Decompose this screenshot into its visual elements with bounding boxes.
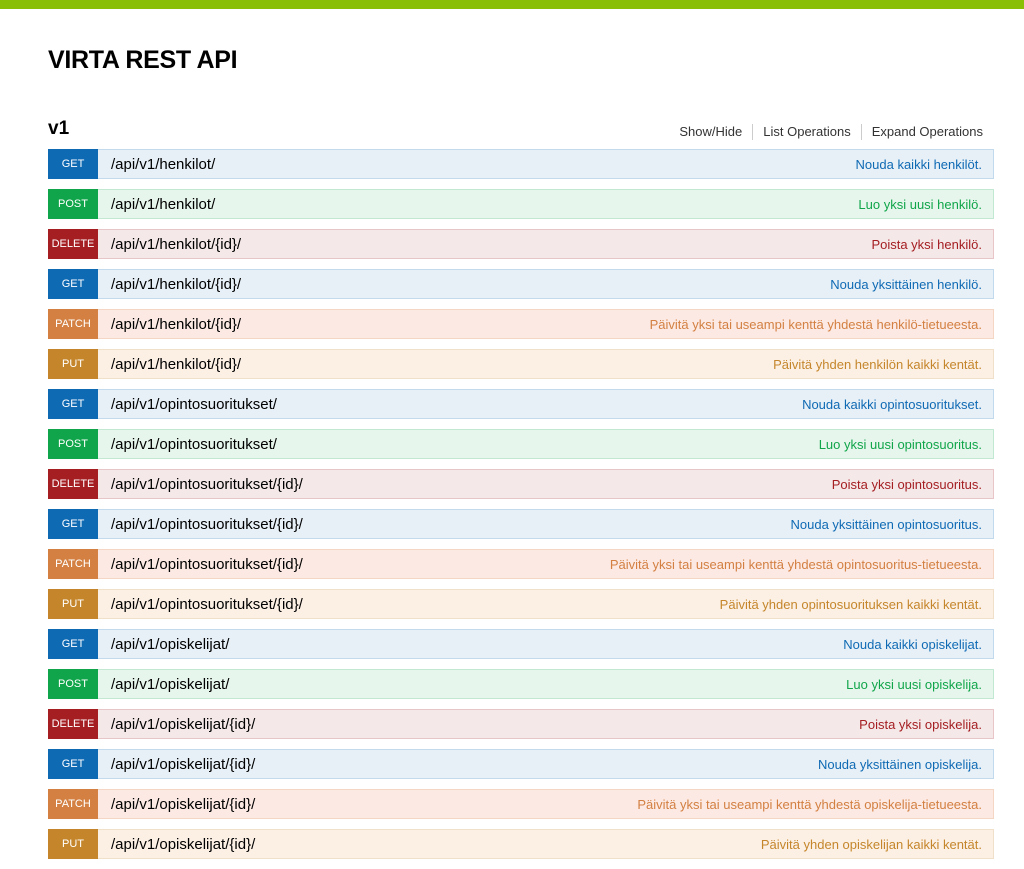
http-method-badge-get[interactable]: GET: [48, 269, 98, 299]
endpoint-summary[interactable]: Päivitä yhden opiskelijan kaikki kentät.: [761, 837, 982, 852]
operation-row-patch[interactable]: PATCH/api/v1/opiskelijat/{id}/Päivitä yk…: [48, 789, 994, 819]
endpoint-summary[interactable]: Poista yksi henkilö.: [871, 237, 982, 252]
endpoint-summary[interactable]: Päivitä yksi tai useampi kenttä yhdestä …: [637, 797, 982, 812]
http-method-badge-post[interactable]: POST: [48, 189, 98, 219]
endpoint-summary[interactable]: Nouda kaikki opiskelijat.: [843, 637, 982, 652]
endpoint-path[interactable]: /api/v1/opintosuoritukset/{id}/: [111, 476, 832, 493]
endpoint-summary[interactable]: Nouda yksittäinen opintosuoritus.: [790, 517, 982, 532]
operation-row-get[interactable]: GET/api/v1/opiskelijat/Nouda kaikki opis…: [48, 629, 994, 659]
http-method-badge-delete[interactable]: DELETE: [48, 229, 98, 259]
endpoint-summary[interactable]: Päivitä yhden opintosuorituksen kaikki k…: [720, 597, 982, 612]
endpoint-path[interactable]: /api/v1/henkilot/{id}/: [111, 316, 650, 333]
http-method-badge-patch[interactable]: PATCH: [48, 309, 98, 339]
endpoint-path[interactable]: /api/v1/opiskelijat/{id}/: [111, 716, 859, 733]
http-method-badge-delete[interactable]: DELETE: [48, 709, 98, 739]
operation-row-get[interactable]: GET/api/v1/opintosuoritukset/{id}/Nouda …: [48, 509, 994, 539]
operation-row-get[interactable]: GET/api/v1/henkilot/Nouda kaikki henkilö…: [48, 149, 994, 179]
show-hide-link[interactable]: Show/Hide: [669, 124, 752, 140]
endpoint-summary[interactable]: Päivitä yksi tai useampi kenttä yhdestä …: [650, 317, 982, 332]
endpoint-summary[interactable]: Päivitä yksi tai useampi kenttä yhdestä …: [610, 557, 982, 572]
operation-row-put[interactable]: PUT/api/v1/henkilot/{id}/Päivitä yhden h…: [48, 349, 994, 379]
endpoint-path[interactable]: /api/v1/opintosuoritukset/{id}/: [111, 516, 790, 533]
endpoint-summary[interactable]: Poista yksi opintosuoritus.: [832, 477, 982, 492]
endpoint-path[interactable]: /api/v1/opintosuoritukset/{id}/: [111, 556, 610, 573]
endpoint-path[interactable]: /api/v1/henkilot/: [111, 156, 856, 173]
endpoint-path[interactable]: /api/v1/henkilot/{id}/: [111, 356, 773, 373]
http-method-badge-delete[interactable]: DELETE: [48, 469, 98, 499]
resource-links: Show/Hide List Operations Expand Operati…: [669, 124, 983, 140]
http-method-badge-patch[interactable]: PATCH: [48, 789, 98, 819]
operation-row-patch[interactable]: PATCH/api/v1/opintosuoritukset/{id}/Päiv…: [48, 549, 994, 579]
expand-operations-link[interactable]: Expand Operations: [862, 124, 983, 140]
http-method-badge-post[interactable]: POST: [48, 429, 98, 459]
http-method-badge-get[interactable]: GET: [48, 509, 98, 539]
endpoint-summary[interactable]: Luo yksi uusi opiskelija.: [846, 677, 982, 692]
operation-row-put[interactable]: PUT/api/v1/opintosuoritukset/{id}/Päivit…: [48, 589, 994, 619]
endpoint-path[interactable]: /api/v1/opiskelijat/{id}/: [111, 836, 761, 853]
operation-row-delete[interactable]: DELETE/api/v1/opintosuoritukset/{id}/Poi…: [48, 469, 994, 499]
endpoint-path[interactable]: /api/v1/henkilot/{id}/: [111, 236, 871, 253]
endpoint-summary[interactable]: Päivitä yhden henkilön kaikki kentät.: [773, 357, 982, 372]
endpoint-path[interactable]: /api/v1/henkilot/{id}/: [111, 276, 830, 293]
endpoint-summary[interactable]: Nouda yksittäinen henkilö.: [830, 277, 982, 292]
http-method-badge-get[interactable]: GET: [48, 389, 98, 419]
endpoint-path[interactable]: /api/v1/henkilot/: [111, 196, 858, 213]
endpoint-path[interactable]: /api/v1/opintosuoritukset/: [111, 436, 819, 453]
http-method-badge-get[interactable]: GET: [48, 149, 98, 179]
endpoint-summary[interactable]: Luo yksi uusi opintosuoritus.: [819, 437, 982, 452]
operations-list: GET/api/v1/henkilot/Nouda kaikki henkilö…: [48, 149, 994, 869]
http-method-badge-put[interactable]: PUT: [48, 829, 98, 859]
http-method-badge-put[interactable]: PUT: [48, 589, 98, 619]
list-operations-link[interactable]: List Operations: [753, 124, 860, 140]
endpoint-path[interactable]: /api/v1/opiskelijat/{id}/: [111, 796, 637, 813]
resource-name-v1[interactable]: v1: [48, 118, 69, 140]
operation-row-post[interactable]: POST/api/v1/opiskelijat/Luo yksi uusi op…: [48, 669, 994, 699]
operation-row-delete[interactable]: DELETE/api/v1/henkilot/{id}/Poista yksi …: [48, 229, 994, 259]
operation-row-post[interactable]: POST/api/v1/opintosuoritukset/Luo yksi u…: [48, 429, 994, 459]
endpoint-summary[interactable]: Poista yksi opiskelija.: [859, 717, 982, 732]
operation-row-delete[interactable]: DELETE/api/v1/opiskelijat/{id}/Poista yk…: [48, 709, 994, 739]
endpoint-path[interactable]: /api/v1/opiskelijat/: [111, 636, 843, 653]
operation-row-post[interactable]: POST/api/v1/henkilot/Luo yksi uusi henki…: [48, 189, 994, 219]
endpoint-summary[interactable]: Nouda kaikki henkilöt.: [856, 157, 982, 172]
http-method-badge-get[interactable]: GET: [48, 749, 98, 779]
endpoint-summary[interactable]: Nouda kaikki opintosuoritukset.: [802, 397, 982, 412]
endpoint-summary[interactable]: Luo yksi uusi henkilö.: [858, 197, 982, 212]
top-accent-bar: [0, 0, 1024, 9]
endpoint-path[interactable]: /api/v1/opintosuoritukset/: [111, 396, 802, 413]
operation-row-get[interactable]: GET/api/v1/opiskelijat/{id}/Nouda yksitt…: [48, 749, 994, 779]
http-method-badge-get[interactable]: GET: [48, 629, 98, 659]
endpoint-path[interactable]: /api/v1/opintosuoritukset/{id}/: [111, 596, 720, 613]
endpoint-path[interactable]: /api/v1/opiskelijat/: [111, 676, 846, 693]
page-title: VIRTA REST API: [48, 46, 238, 74]
endpoint-summary[interactable]: Nouda yksittäinen opiskelija.: [818, 757, 982, 772]
http-method-badge-post[interactable]: POST: [48, 669, 98, 699]
operation-row-get[interactable]: GET/api/v1/henkilot/{id}/Nouda yksittäin…: [48, 269, 994, 299]
endpoint-path[interactable]: /api/v1/opiskelijat/{id}/: [111, 756, 818, 773]
operation-row-patch[interactable]: PATCH/api/v1/henkilot/{id}/Päivitä yksi …: [48, 309, 994, 339]
operation-row-put[interactable]: PUT/api/v1/opiskelijat/{id}/Päivitä yhde…: [48, 829, 994, 859]
http-method-badge-put[interactable]: PUT: [48, 349, 98, 379]
http-method-badge-patch[interactable]: PATCH: [48, 549, 98, 579]
operation-row-get[interactable]: GET/api/v1/opintosuoritukset/Nouda kaikk…: [48, 389, 994, 419]
